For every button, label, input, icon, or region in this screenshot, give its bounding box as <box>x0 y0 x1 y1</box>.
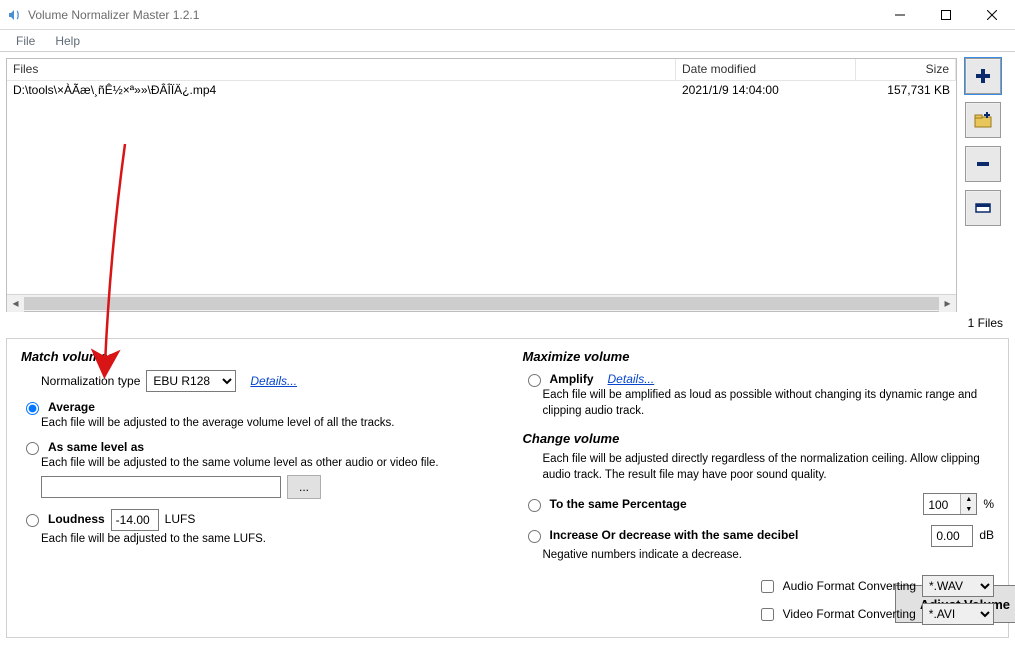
spin-up-icon[interactable]: ▲ <box>961 494 976 504</box>
audio-format-label: Audio Format Converting <box>783 579 916 593</box>
file-table: Files Date modified Size D:\tools\×ÀÃæ\¸… <box>6 58 957 312</box>
radio-amplify[interactable] <box>528 374 541 387</box>
match-volumes-section: Match volumes Normalization type EBU R12… <box>21 349 493 579</box>
radio-average[interactable] <box>26 402 39 415</box>
file-count-status: 1 Files <box>6 312 1009 332</box>
normalization-type-select[interactable]: EBU R128 <box>146 370 236 392</box>
video-format-checkbox[interactable] <box>761 608 774 621</box>
browse-button[interactable]: ... <box>287 475 321 499</box>
window-title: Volume Normalizer Master 1.2.1 <box>28 8 877 22</box>
change-desc: Each file will be adjusted directly rega… <box>543 452 995 483</box>
radio-decibel[interactable] <box>528 530 541 543</box>
normalization-type-label: Normalization type <box>41 374 140 388</box>
remove-file-button[interactable] <box>965 146 1001 182</box>
cell-date: 2021/1/9 14:04:00 <box>676 81 856 101</box>
match-details-link[interactable]: Details... <box>250 374 297 388</box>
video-format-select[interactable]: *.AVI <box>922 603 994 625</box>
table-header: Files Date modified Size <box>7 59 956 81</box>
db-note: Negative numbers indicate a decrease. <box>543 548 995 564</box>
add-folder-button[interactable] <box>965 102 1001 138</box>
radio-loudness[interactable] <box>26 514 39 527</box>
menu-file[interactable]: File <box>6 32 45 50</box>
decibel-label: Increase Or decrease with the same decib… <box>550 528 799 542</box>
right-column: Maximize volume Amplify Details... Each … <box>523 349 995 579</box>
cell-filepath: D:\tools\×ÀÃæ\¸ñÊ½×ª»»\ÐÂÎÏÄ¿.mp4 <box>7 81 676 101</box>
cell-size: 157,731 KB <box>856 81 956 101</box>
loudness-desc: Each file will be adjusted to the same L… <box>41 532 493 548</box>
db-unit: dB <box>979 528 994 542</box>
amplify-details-link[interactable]: Details... <box>608 372 655 386</box>
radio-percentage[interactable] <box>528 499 541 512</box>
table-row[interactable]: D:\tools\×ÀÃæ\¸ñÊ½×ª»»\ÐÂÎÏÄ¿.mp4 2021/1… <box>7 81 956 101</box>
spin-down-icon[interactable]: ▼ <box>961 504 976 514</box>
lufs-unit: LUFS <box>165 512 196 526</box>
average-desc: Each file will be adjusted to the averag… <box>41 416 493 432</box>
average-label: Average <box>48 400 95 414</box>
percent-unit: % <box>983 497 994 511</box>
radio-same-level[interactable] <box>26 442 39 455</box>
audio-format-checkbox[interactable] <box>761 580 774 593</box>
file-action-bar <box>965 58 1009 312</box>
menubar: File Help <box>0 30 1015 52</box>
close-button[interactable] <box>969 0 1015 29</box>
app-icon <box>6 7 22 23</box>
col-header-date[interactable]: Date modified <box>676 59 856 80</box>
scroll-right-icon[interactable]: ▸ <box>939 295 956 312</box>
percentage-input[interactable]: ▲▼ <box>923 493 977 515</box>
titlebar: Volume Normalizer Master 1.2.1 <box>0 0 1015 30</box>
same-level-path-input[interactable] <box>41 476 281 498</box>
horizontal-scrollbar[interactable]: ◂ ▸ <box>7 294 956 311</box>
scroll-thumb[interactable] <box>24 297 939 310</box>
minimize-button[interactable] <box>877 0 923 29</box>
menu-help[interactable]: Help <box>45 32 90 50</box>
loudness-label: Loudness <box>48 512 105 526</box>
same-level-label: As same level as <box>48 440 144 454</box>
percentage-label: To the same Percentage <box>550 497 687 511</box>
change-heading: Change volume <box>523 431 995 446</box>
audio-format-select[interactable]: *.WAV <box>922 575 994 597</box>
match-heading: Match volumes <box>21 349 493 364</box>
video-format-label: Video Format Converting <box>783 607 916 621</box>
clear-list-button[interactable] <box>965 190 1001 226</box>
options-panel: Match volumes Normalization type EBU R12… <box>6 338 1009 638</box>
col-header-files[interactable]: Files <box>7 59 676 80</box>
col-header-size[interactable]: Size <box>856 59 956 80</box>
maximize-heading: Maximize volume <box>523 349 995 364</box>
maximize-button[interactable] <box>923 0 969 29</box>
add-file-button[interactable] <box>965 58 1001 94</box>
amplify-label: Amplify <box>550 372 594 386</box>
decibel-input[interactable] <box>931 525 973 547</box>
loudness-input[interactable] <box>111 509 159 531</box>
amplify-desc: Each file will be amplified as loud as p… <box>543 388 995 419</box>
same-level-desc: Each file will be adjusted to the same v… <box>41 456 493 472</box>
scroll-left-icon[interactable]: ◂ <box>7 295 24 312</box>
